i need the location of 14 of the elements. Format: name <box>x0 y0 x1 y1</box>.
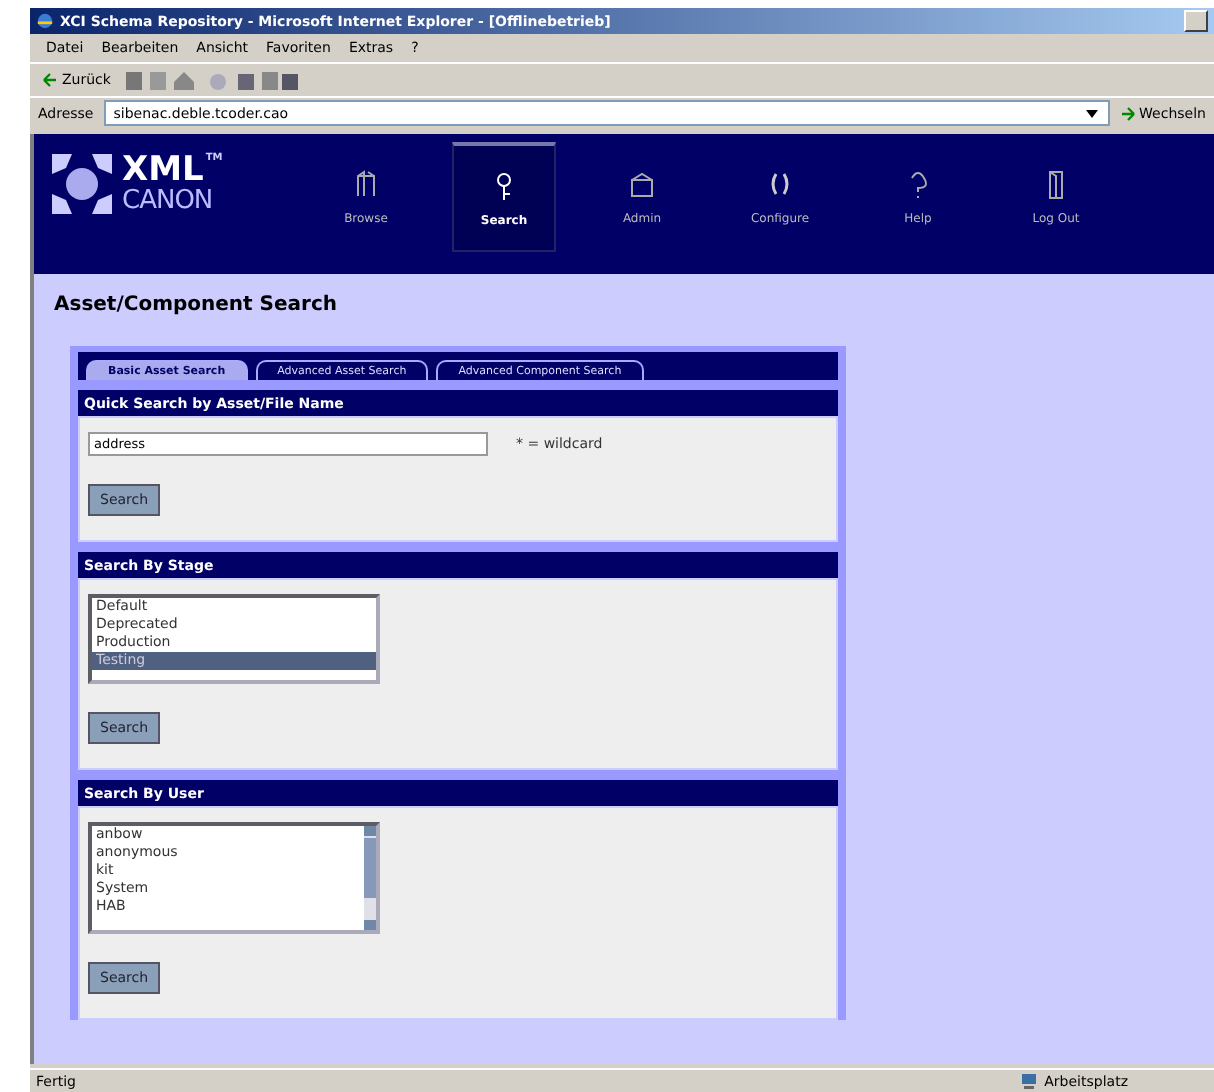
logo-text: XML <box>122 154 204 188</box>
computer-icon <box>1020 1072 1039 1090</box>
scrollbar[interactable] <box>364 826 376 930</box>
logo-icon <box>50 152 114 216</box>
logo-subtitle: CANON <box>122 188 215 214</box>
go-arrow-icon[interactable] <box>1119 105 1136 121</box>
folder-icon <box>352 167 380 199</box>
toolbar-icons-drawing[interactable] <box>122 69 303 91</box>
box-icon <box>628 167 656 199</box>
back-arrow-icon[interactable] <box>42 72 58 88</box>
minimize-button[interactable] <box>1184 10 1208 32</box>
page-title: Asset/Component Search <box>52 292 340 320</box>
dropdown-icon[interactable] <box>1083 104 1100 122</box>
browser-icon <box>36 12 54 30</box>
